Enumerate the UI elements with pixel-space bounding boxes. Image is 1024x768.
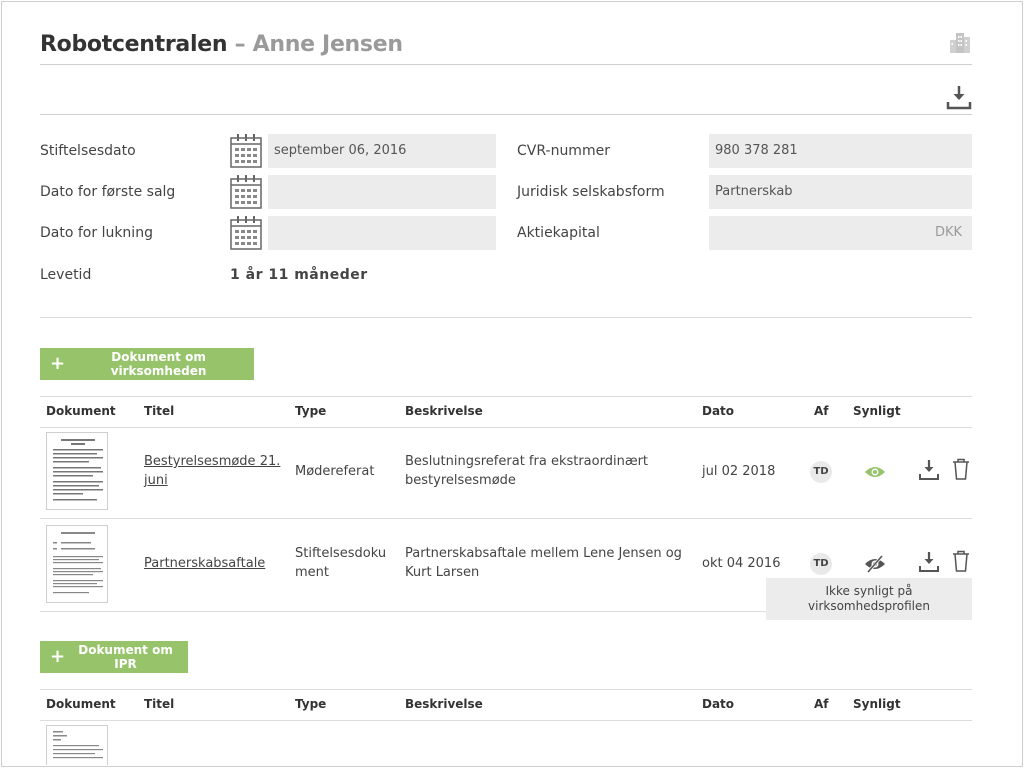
- document-date: jul 02 2018: [702, 464, 776, 479]
- cvr-field[interactable]: [709, 134, 972, 168]
- eye-icon[interactable]: [864, 464, 886, 480]
- col-type: Type: [295, 404, 327, 418]
- levetid-label: Levetid: [40, 267, 92, 283]
- page-title: Robotcentralen – Anne Jensen: [40, 32, 403, 57]
- col-dato: Dato: [702, 404, 735, 418]
- col-beskrivelse: Beskrivelse: [405, 697, 483, 711]
- col-type: Type: [295, 697, 327, 711]
- divider: [40, 317, 972, 318]
- col-af: Af: [814, 404, 829, 418]
- cvr-label: CVR-nummer: [517, 143, 610, 159]
- aktiekapital-label: Aktiekapital: [517, 225, 600, 241]
- toolbar: [40, 64, 972, 115]
- col-beskrivelse: Beskrivelse: [405, 404, 483, 418]
- stiftelsesdato-label: Stiftelsesdato: [40, 143, 136, 159]
- col-dokument: Dokument: [46, 404, 116, 418]
- add-document-business-button[interactable]: + Dokument om virksomheden: [40, 348, 254, 380]
- col-titel: Titel: [144, 697, 175, 711]
- plus-icon: +: [50, 646, 66, 667]
- document-type: Mødereferat: [295, 464, 375, 479]
- document-title-link[interactable]: Bestyrelsesmøde 21. juni: [144, 452, 284, 490]
- table-row: Bestyrelsesmøde 21. juni Mødereferat Bes…: [40, 426, 972, 519]
- col-af: Af: [814, 697, 829, 711]
- document-thumbnail[interactable]: [46, 725, 108, 765]
- person-name: Anne Jensen: [252, 32, 403, 57]
- plus-icon: +: [50, 353, 66, 374]
- eye-hidden-icon[interactable]: [864, 554, 886, 574]
- forste-salg-field[interactable]: [268, 175, 496, 209]
- selskabsform-label: Juridisk selskabsform: [517, 184, 665, 200]
- aktiekapital-field[interactable]: [709, 216, 972, 250]
- document-description: Partnerskabsaftale mellem Lene Jensen og…: [405, 546, 682, 580]
- trash-icon[interactable]: [952, 458, 970, 480]
- document-date: okt 04 2016: [702, 556, 781, 571]
- col-titel: Titel: [144, 404, 175, 418]
- calendar-icon[interactable]: [230, 134, 262, 168]
- button-label: Dokument om virksomheden: [110, 350, 207, 378]
- trash-icon[interactable]: [952, 550, 970, 572]
- add-document-ipr-button[interactable]: + Dokument om IPR: [40, 641, 188, 673]
- levetid-value: 1 år 11 måneder: [230, 267, 368, 283]
- document-description: Beslutningsreferat fra ekstraordinært be…: [405, 454, 649, 488]
- title-separator: –: [234, 32, 246, 57]
- author-avatar: TD: [810, 553, 832, 575]
- button-label: Dokument om IPR: [78, 643, 173, 671]
- download-icon[interactable]: [918, 551, 940, 573]
- document-title-link[interactable]: Partnerskabsaftale: [144, 554, 284, 573]
- lukning-field[interactable]: [268, 216, 496, 250]
- calendar-icon[interactable]: [230, 216, 262, 250]
- visibility-tooltip: Ikke synligt på virksomhedsprofilen: [766, 578, 972, 620]
- document-thumbnail[interactable]: [46, 432, 108, 510]
- building-icon: [950, 33, 970, 53]
- lukning-label: Dato for lukning: [40, 225, 153, 241]
- col-dato: Dato: [702, 697, 735, 711]
- col-dokument: Dokument: [46, 697, 116, 711]
- document-thumbnail[interactable]: [46, 525, 108, 603]
- col-synligt: Synligt: [853, 404, 901, 418]
- col-synligt: Synligt: [853, 697, 901, 711]
- download-icon[interactable]: [946, 84, 972, 110]
- page-header: Robotcentralen – Anne Jensen: [40, 30, 972, 65]
- download-icon[interactable]: [918, 459, 940, 481]
- author-avatar: TD: [810, 461, 832, 483]
- selskabsform-field[interactable]: [709, 175, 972, 209]
- calendar-icon[interactable]: [230, 175, 262, 209]
- company-name: Robotcentralen: [40, 32, 228, 57]
- document-type: Stiftelsesdokument: [295, 546, 387, 580]
- stiftelsesdato-field[interactable]: [268, 134, 496, 168]
- forste-salg-label: Dato for første salg: [40, 184, 176, 200]
- app-window: Robotcentralen – Anne Jensen Stiftelsesd…: [1, 1, 1023, 767]
- table-header: Dokument Titel Type Beskrivelse Dato Af …: [40, 689, 972, 721]
- currency-label: DKK: [935, 225, 963, 240]
- table-header: Dokument Titel Type Beskrivelse Dato Af …: [40, 396, 972, 428]
